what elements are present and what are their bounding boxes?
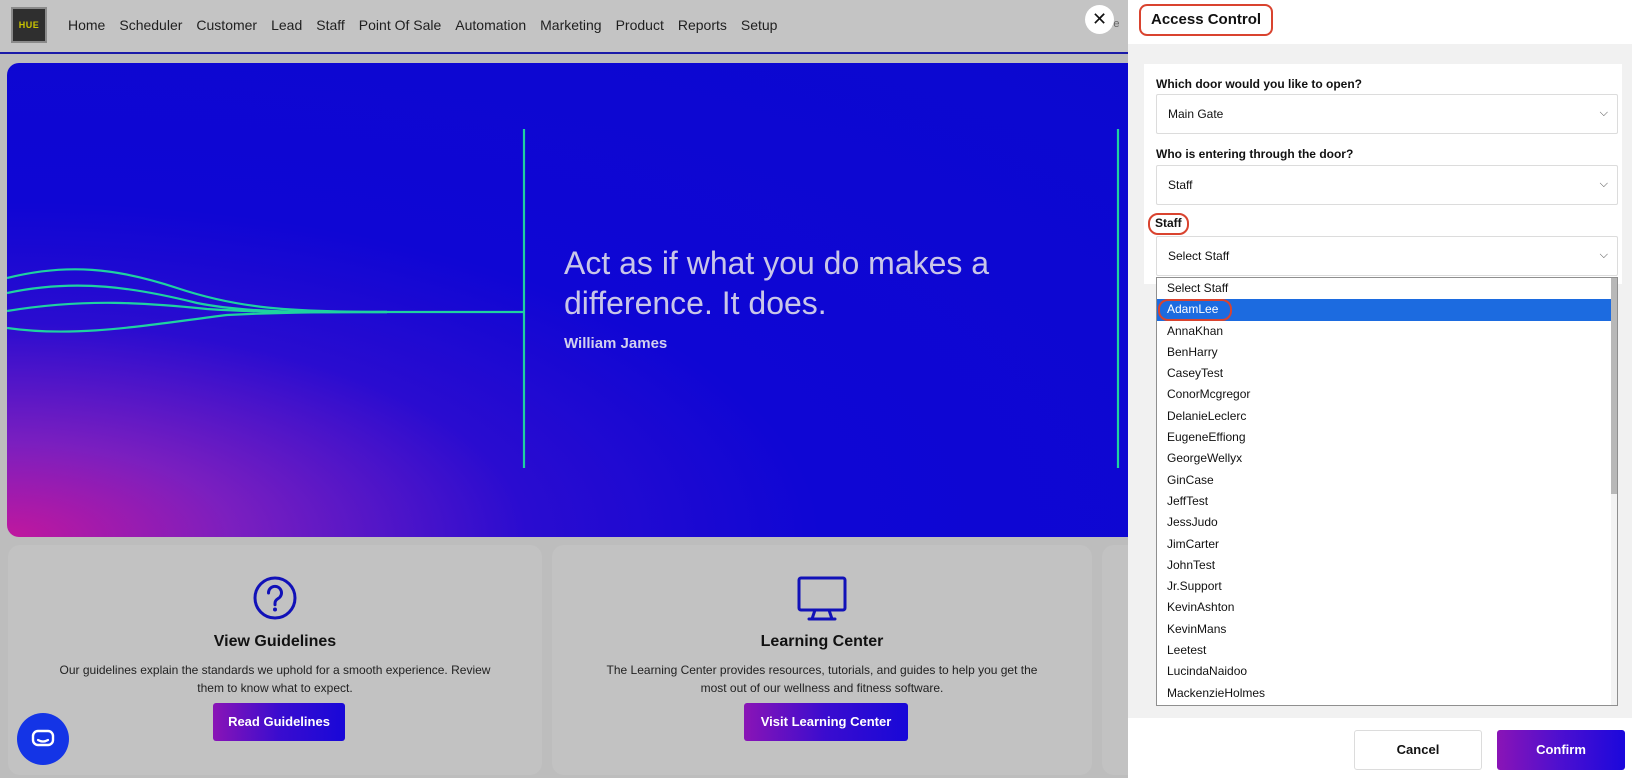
nav-links: Home Scheduler Customer Lead Staff Point… [68,17,791,33]
staff-option[interactable]: MackenzieHolmes [1157,683,1617,704]
nav-home[interactable]: Home [68,17,105,33]
hero-author: William James [564,335,668,352]
staff-option[interactable]: CaseyTest [1157,363,1617,384]
staff-option[interactable]: JessJudo [1157,512,1617,533]
hero-wave-1 [7,268,388,314]
staff-option[interactable]: EugeneEffiong [1157,427,1617,448]
nav-product[interactable]: Product [616,17,664,33]
staff-option[interactable]: AnnaKhan [1157,321,1617,342]
nav-marketing[interactable]: Marketing [540,17,601,33]
card-title: View Guidelines [213,633,337,650]
who-select-value: Staff [1168,178,1193,192]
staff-option[interactable]: JimCarter [1157,534,1617,555]
staff-select-value: Select Staff [1168,249,1230,263]
staff-option[interactable]: JohnTest [1157,555,1617,576]
staff-option[interactable]: KevinMans [1157,619,1617,640]
visit-learning-center-button[interactable]: Visit Learning Center [744,703,908,741]
close-icon: ✕ [1091,9,1108,29]
door-label: Which door would you like to open? [1156,77,1362,91]
panel-header: Access Control [1128,0,1632,44]
confirm-button[interactable]: Confirm [1497,730,1625,770]
staff-option[interactable]: ConorMcgregor [1157,384,1617,405]
access-control-panel: Access Control Which door would you like… [1128,0,1632,778]
app-logo[interactable]: HUE [11,7,47,43]
who-select[interactable]: Staff ⌵ [1156,165,1618,205]
cancel-button[interactable]: Cancel [1354,730,1482,770]
staff-option[interactable]: LucindaNaidoo [1157,661,1617,682]
staff-select[interactable]: Select Staff ⌵ [1156,236,1618,276]
close-panel-button[interactable]: ✕ [1085,5,1114,34]
nav-setup[interactable]: Setup [741,17,778,33]
chat-button[interactable] [17,713,69,765]
staff-option[interactable]: BenHarry [1157,342,1617,363]
staff-option[interactable]: GeorgeWellyx [1157,448,1617,469]
question-circle-icon [253,576,297,620]
staff-option[interactable]: Leetest [1157,640,1617,661]
card-description: The Learning Center provides resources, … [606,663,1038,695]
chevron-down-icon: ⌵ [1599,249,1608,261]
hero-banner: Act as if what you do makes a difference… [7,63,1157,537]
logo-text: HUE [18,20,40,30]
staff-option[interactable]: Jr.Support [1157,576,1617,597]
door-select[interactable]: Main Gate ⌵ [1156,94,1618,134]
dropdown-scrollbar[interactable] [1611,278,1617,705]
staff-option[interactable]: DelanieLeclerc [1157,406,1617,427]
monitor-icon [797,576,847,621]
nav-lead[interactable]: Lead [271,17,302,33]
staff-option[interactable]: JeffTest [1157,491,1617,512]
staff-option[interactable]: Select Staff [1157,278,1617,299]
nav-staff[interactable]: Staff [316,17,345,33]
door-select-value: Main Gate [1168,107,1224,121]
chevron-down-icon: ⌵ [1599,178,1608,190]
card-description: Our guidelines explain the standards we … [59,663,491,695]
chevron-down-icon: ⌵ [1599,107,1608,119]
staff-option-selected[interactable]: AdamLee [1157,299,1617,322]
staff-option[interactable]: GinCase [1157,470,1617,491]
staff-dropdown-list[interactable]: Select Staff AdamLee AnnaKhan BenHarry C… [1156,277,1618,706]
nav-point-of-sale[interactable]: Point Of Sale [359,17,442,33]
nav-scheduler[interactable]: Scheduler [119,17,182,33]
who-label: Who is entering through the door? [1156,147,1354,161]
staff-option[interactable]: KevinAshton [1157,597,1617,618]
staff-label: Staff [1148,213,1189,235]
nav-customer[interactable]: Customer [196,17,257,33]
card-learning-center: Learning Center The Learning Center prov… [552,545,1092,775]
panel-title: Access Control [1139,4,1274,36]
hero-quote: Act as if what you do makes a difference… [564,245,990,321]
chat-icon [31,729,55,747]
panel-footer: Cancel Confirm [1128,718,1632,778]
nav-reports[interactable]: Reports [678,17,727,33]
read-guidelines-button[interactable]: Read Guidelines [213,703,345,741]
nav-automation[interactable]: Automation [455,17,526,33]
hero-wave-4 [7,310,388,333]
dropdown-scrollbar-thumb[interactable] [1611,278,1617,494]
highlight-ring [1158,299,1232,322]
card-title: Learning Center [760,633,884,650]
card-guidelines: View Guidelines Our guidelines explain t… [8,545,542,775]
